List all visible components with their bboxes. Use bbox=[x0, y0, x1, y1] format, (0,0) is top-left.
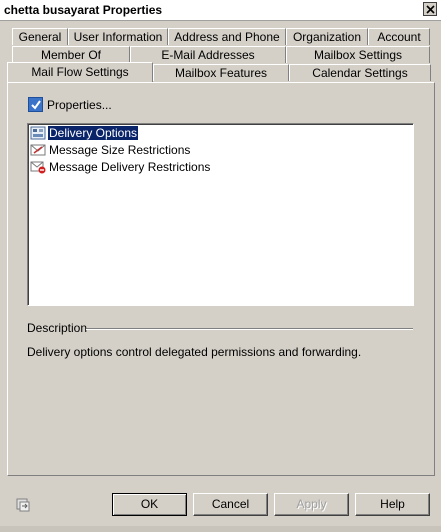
list-item-label: Message Size Restrictions bbox=[49, 143, 191, 157]
tab-calendar-settings[interactable]: Calendar Settings bbox=[289, 64, 431, 81]
properties-window: chetta busayarat Properties General User… bbox=[0, 0, 441, 532]
status-bar-icon[interactable] bbox=[15, 497, 31, 513]
tab-mail-flow-settings[interactable]: Mail Flow Settings bbox=[7, 62, 153, 82]
size-restrictions-icon bbox=[30, 144, 46, 156]
tab-email-addresses[interactable]: E-Mail Addresses bbox=[130, 46, 286, 63]
properties-label: Properties... bbox=[47, 98, 112, 112]
checkmark-icon bbox=[31, 100, 41, 110]
description-divider bbox=[86, 328, 413, 330]
properties-checkbox[interactable] bbox=[28, 97, 43, 112]
list-item-label: Message Delivery Restrictions bbox=[49, 160, 211, 174]
tab-mailbox-settings[interactable]: Mailbox Settings bbox=[286, 46, 430, 63]
tab-address-and-phone[interactable]: Address and Phone bbox=[168, 28, 286, 45]
ok-button[interactable]: OK bbox=[112, 493, 187, 516]
cancel-button[interactable]: Cancel bbox=[193, 493, 268, 516]
mail-flow-list[interactable]: Delivery Options Message Size Restrictio… bbox=[27, 123, 414, 306]
close-button[interactable] bbox=[423, 2, 437, 16]
mail-flow-settings-panel: Properties... Delivery Options Message S… bbox=[7, 82, 435, 476]
tab-mailbox-features[interactable]: Mailbox Features bbox=[153, 64, 289, 81]
window-title: chetta busayarat Properties bbox=[4, 3, 163, 17]
tab-organization[interactable]: Organization bbox=[286, 28, 368, 45]
delivery-restrictions-icon bbox=[30, 161, 46, 174]
apply-button[interactable]: Apply bbox=[274, 493, 349, 516]
description-label: Description bbox=[27, 321, 88, 335]
help-button[interactable]: Help bbox=[355, 493, 430, 516]
tab-member-of[interactable]: Member Of bbox=[12, 46, 130, 63]
close-icon bbox=[426, 5, 435, 14]
tab-account[interactable]: Account bbox=[368, 28, 430, 45]
list-item-label: Delivery Options bbox=[46, 125, 140, 141]
bottom-edge bbox=[0, 526, 441, 532]
description-text: Delivery options control delegated permi… bbox=[27, 345, 362, 359]
tab-general[interactable]: General bbox=[12, 28, 68, 45]
tab-user-information[interactable]: User Information bbox=[68, 28, 168, 45]
title-bar: chetta busayarat Properties bbox=[0, 0, 441, 21]
delivery-options-icon bbox=[30, 126, 46, 140]
